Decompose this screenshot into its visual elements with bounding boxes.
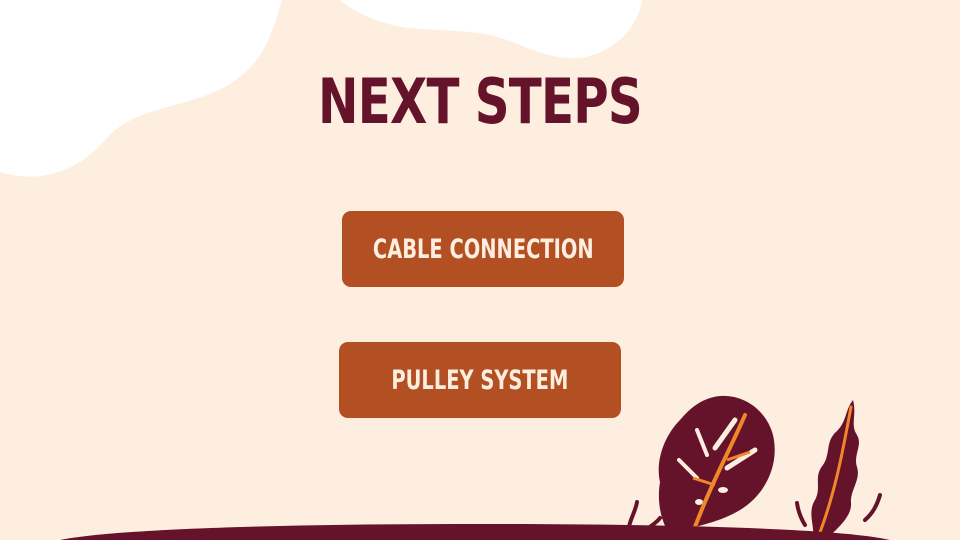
ground-strip (60, 524, 890, 540)
pulley-system-label: PULLEY SYSTEM (391, 364, 569, 396)
page-title: NEXT STEPS (318, 65, 643, 138)
cable-connection-label: CABLE CONNECTION (372, 233, 594, 265)
pulley-system-button[interactable]: PULLEY SYSTEM (339, 342, 621, 418)
cable-connection-button[interactable]: CABLE CONNECTION (342, 211, 624, 287)
